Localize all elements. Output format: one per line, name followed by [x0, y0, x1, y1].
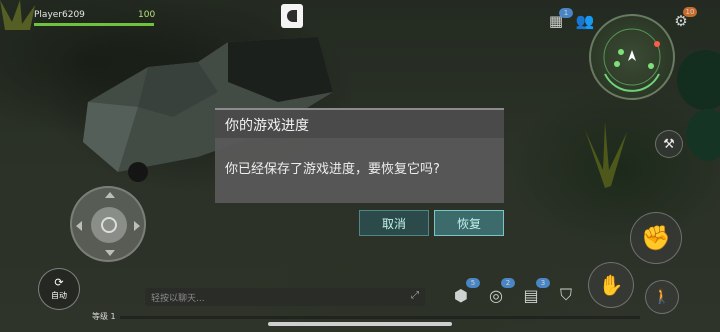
- fist-icon: ✊: [641, 224, 671, 252]
- health-value: 100: [138, 10, 156, 20]
- social-button[interactable]: ▦ 1: [545, 8, 573, 32]
- player-name: Player6209: [34, 10, 85, 20]
- cube-icon: ⬢: [454, 285, 468, 305]
- settings-badge: 10: [683, 7, 697, 17]
- minimap[interactable]: [589, 14, 675, 100]
- restore-button[interactable]: 恢复: [434, 210, 504, 236]
- hammer-icon: ⚒: [663, 136, 675, 152]
- coins-icon: ◎: [489, 285, 503, 305]
- movement-joystick[interactable]: [70, 186, 146, 262]
- dialog-header: 你的游戏进度: [215, 108, 504, 138]
- crouch-icon: 🚶: [653, 289, 671, 305]
- expand-icon[interactable]: ⤢: [411, 290, 419, 301]
- level-label: 等级 1: [92, 312, 116, 321]
- auto-button[interactable]: ⟳ 自动: [38, 268, 80, 310]
- quick-slot[interactable]: ⛉: [553, 282, 579, 308]
- friends-button[interactable]: 👥: [574, 10, 596, 32]
- experience-bar: [120, 316, 640, 319]
- people-icon: 👥: [575, 12, 595, 30]
- dialog-message: 你已经保存了游戏进度，要恢复它吗?: [225, 162, 440, 177]
- slot-count: 2: [501, 278, 515, 288]
- social-badge: 1: [559, 8, 573, 18]
- center-menu-button[interactable]: [281, 4, 303, 28]
- interact-button[interactable]: ✋: [588, 262, 634, 308]
- auto-label: 自动: [51, 291, 67, 300]
- craft-button[interactable]: ⚒: [655, 130, 683, 158]
- backpack-icon: ⛉: [559, 285, 572, 304]
- chat-placeholder: 轻按以聊天...: [151, 294, 205, 304]
- joystick-thumb[interactable]: [91, 207, 127, 243]
- minimap-markers: [603, 28, 661, 92]
- attack-button[interactable]: ✊: [630, 212, 682, 264]
- settings-button[interactable]: ⚙ 10: [670, 7, 697, 32]
- dialog-body: 你已经保存了游戏进度，要恢复它吗?: [215, 138, 504, 203]
- arrow-left-icon: [76, 221, 82, 231]
- slot-count: 5: [466, 278, 480, 288]
- restore-progress-dialog: 你的游戏进度 你已经保存了游戏进度，要恢复它吗?: [215, 108, 504, 203]
- health-bar: [34, 23, 154, 26]
- quick-slot[interactable]: ▤ 3: [518, 278, 550, 308]
- map-icon: ▤: [523, 285, 539, 305]
- arrow-up-icon: [105, 192, 115, 198]
- quick-slot[interactable]: ⬢ 5: [448, 278, 480, 308]
- sneak-button[interactable]: 🚶: [645, 280, 679, 314]
- system-home-indicator[interactable]: [268, 322, 452, 326]
- quick-slot[interactable]: ◎ 2: [483, 278, 515, 308]
- slot-count: 3: [536, 278, 550, 288]
- dialog-title: 你的游戏进度: [225, 118, 309, 134]
- health-fill: [34, 23, 154, 26]
- refresh-icon: ⟳: [54, 276, 64, 289]
- hand-icon: ✋: [598, 273, 624, 297]
- cancel-button[interactable]: 取消: [359, 210, 429, 236]
- arrow-down-icon: [105, 250, 115, 256]
- arrow-right-icon: [134, 221, 140, 231]
- chat-input[interactable]: 轻按以聊天... ⤢: [145, 288, 425, 306]
